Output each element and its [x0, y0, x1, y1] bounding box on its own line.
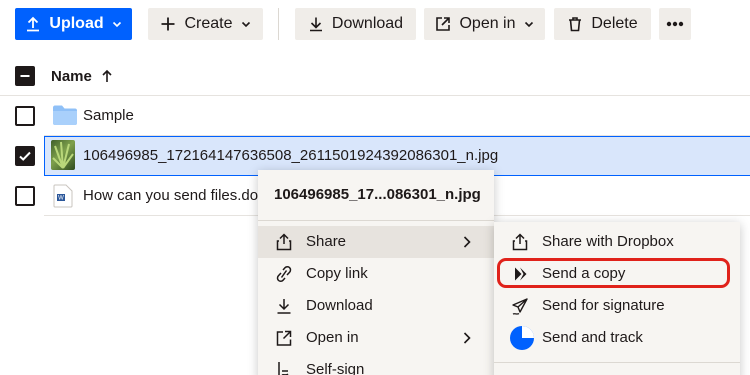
image-thumbnail — [51, 140, 75, 170]
submenu-item-label: Send for signature — [542, 297, 665, 314]
submenu-divider — [494, 362, 740, 363]
open-external-icon — [436, 17, 451, 31]
chevron-down-icon — [241, 21, 250, 28]
delete-label: Delete — [591, 15, 638, 32]
delete-button[interactable]: Delete — [554, 8, 651, 40]
transfer-icon — [515, 267, 527, 281]
menu-item-copy-link[interactable]: Copy link — [258, 258, 494, 290]
more-dots-icon — [666, 21, 684, 27]
menu-item-label: Open in — [306, 329, 359, 346]
open-external-icon — [276, 330, 292, 346]
submenu-item-send-for-signature[interactable]: Send for signature — [494, 290, 740, 322]
menu-item-self-sign[interactable]: Self-sign — [258, 354, 494, 375]
create-button[interactable]: Create — [148, 8, 263, 40]
folder-icon — [53, 105, 77, 125]
row-checkbox[interactable] — [15, 106, 35, 126]
submenu-item-send-and-track[interactable]: Send and track — [494, 322, 740, 354]
check-icon — [19, 151, 31, 161]
menu-item-share[interactable]: Share — [258, 226, 494, 258]
submenu-item-label: Send a copy — [542, 265, 626, 282]
menu-item-label: Self-sign — [306, 361, 365, 375]
plus-icon — [161, 17, 175, 31]
menu-item-label: Download — [306, 297, 373, 314]
chevron-down-icon — [112, 21, 121, 28]
submenu-item-share-with-dropbox[interactable]: Share with Dropbox — [494, 226, 740, 258]
minus-icon — [20, 75, 30, 77]
link-icon — [276, 265, 292, 283]
trash-icon — [569, 17, 582, 32]
open-in-label: Open in — [459, 15, 516, 32]
menu-item-open-in[interactable]: Open in — [258, 322, 494, 354]
download-icon — [277, 299, 291, 314]
more-options-button[interactable] — [659, 8, 691, 40]
share-icon — [276, 233, 292, 251]
chevron-right-icon — [463, 332, 471, 344]
submenu-item-send-a-copy[interactable]: Send a copy — [494, 258, 740, 290]
menu-item-label: Share — [306, 233, 347, 250]
upload-button[interactable]: Upload — [15, 8, 132, 40]
menu-item-download[interactable]: Download — [258, 290, 494, 322]
select-all-checkbox[interactable] — [15, 66, 35, 86]
sort-arrow-up-icon[interactable] — [101, 68, 113, 84]
context-menu-title: 106496985_17...086301_n.jpg — [274, 186, 481, 203]
context-menu: 106496985_17...086301_n.jpg Share Copy l… — [258, 170, 494, 375]
submenu-item-label: Share with Dropbox — [542, 233, 674, 250]
word-doc-icon: W — [53, 184, 73, 208]
file-name[interactable]: 106496985_172164147636508_26115019243920… — [83, 147, 498, 164]
signature-icon — [278, 362, 289, 375]
menu-divider — [258, 220, 494, 221]
name-column-header[interactable]: Name — [51, 68, 92, 85]
list-item[interactable] — [44, 96, 750, 136]
toolbar-divider — [278, 8, 279, 40]
file-name[interactable]: Sample — [83, 107, 134, 124]
download-icon — [309, 17, 322, 32]
menu-item-label: Copy link — [306, 265, 368, 282]
row-checkbox-checked[interactable] — [15, 146, 35, 166]
submenu-item-label: Send and track — [542, 329, 643, 346]
download-label: Download — [331, 15, 404, 32]
download-button[interactable]: Download — [295, 8, 416, 40]
row-checkbox[interactable] — [15, 186, 35, 206]
docsend-icon — [510, 326, 534, 350]
share-submenu: Share with Dropbox Send a copy Send for … — [494, 222, 740, 375]
share-icon — [512, 233, 528, 251]
upload-icon — [27, 16, 40, 32]
svg-text:W: W — [58, 196, 64, 202]
open-in-button[interactable]: Open in — [424, 8, 545, 40]
create-label: Create — [184, 15, 233, 32]
send-signature-icon — [512, 298, 528, 315]
file-name[interactable]: How can you send files.doc — [83, 187, 266, 204]
chevron-down-icon — [524, 21, 533, 28]
upload-label: Upload — [49, 15, 104, 32]
chevron-right-icon — [463, 236, 471, 248]
